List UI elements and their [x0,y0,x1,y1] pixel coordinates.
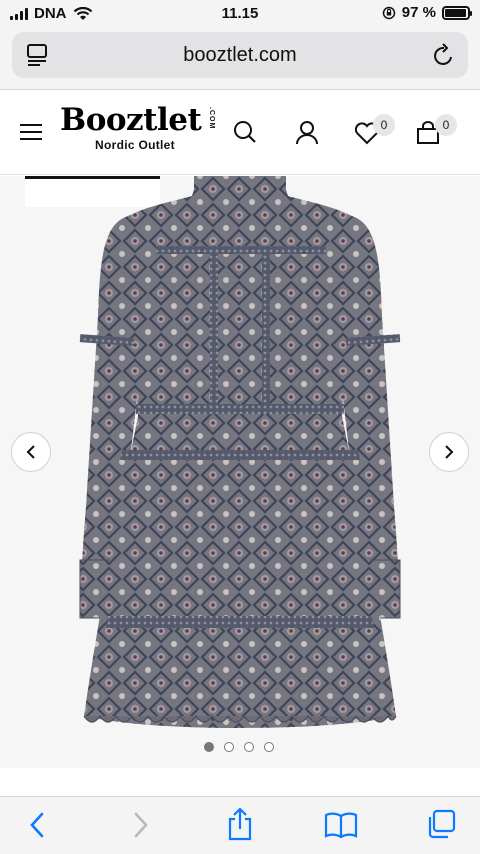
tabs-icon[interactable] [426,809,456,839]
logo-subtitle: Nordic Outlet [95,138,175,152]
status-bar: DNA 11.15 97 % [0,0,480,28]
pagination-dot[interactable] [224,742,234,752]
account-icon[interactable] [294,119,320,145]
cart-count-badge: 0 [435,114,457,136]
address-bar[interactable]: booztlet.com [12,32,468,78]
search-icon[interactable] [232,119,258,145]
browser-toolbar [0,796,480,854]
next-image-button[interactable] [429,432,469,472]
back-icon[interactable] [28,811,46,839]
orientation-lock-icon [382,6,396,19]
bookmarks-icon[interactable] [324,811,358,839]
logo-wordmark: Booztlet [60,102,202,138]
status-right: 97 % [382,4,472,21]
pagination-dot[interactable] [264,742,274,752]
chevron-right-icon [445,445,454,459]
product-image-dress[interactable] [70,176,410,736]
chevron-left-icon [26,445,35,459]
battery-percent: 97 % [401,4,436,21]
prev-image-button[interactable] [11,432,51,472]
wishlist-count-badge: 0 [373,114,395,136]
pagination-dot[interactable] [204,742,214,752]
logo-tld: .COM [208,107,215,130]
reload-icon[interactable] [432,42,456,68]
url-text[interactable]: booztlet.com [12,44,468,67]
site-header: Booztlet .COM Nordic Outlet 0 0 [0,91,480,175]
battery-icon [442,5,472,20]
gallery-pagination [204,742,274,752]
product-gallery[interactable] [0,176,480,768]
share-icon[interactable] [226,807,254,841]
menu-icon[interactable] [20,124,42,140]
site-logo[interactable]: Booztlet .COM Nordic Outlet [60,103,220,152]
pagination-dot[interactable] [244,742,254,752]
forward-icon[interactable] [132,811,150,839]
browser-top: booztlet.com [0,28,480,90]
